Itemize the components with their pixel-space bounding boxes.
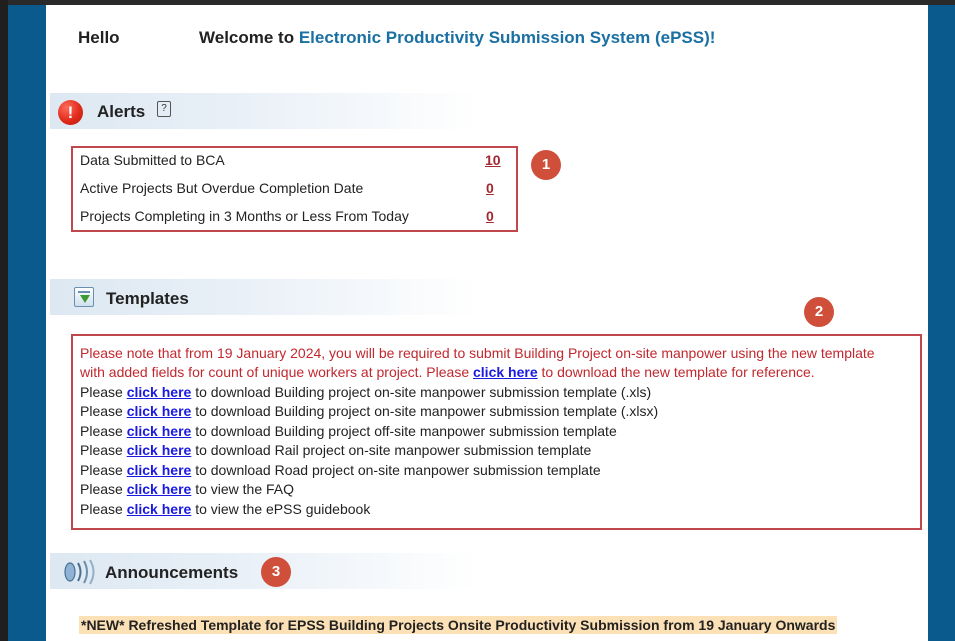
alert-count-overdue-projects[interactable]: 0 xyxy=(486,180,494,196)
please-text: Please xyxy=(80,501,127,517)
please-text: Please xyxy=(80,481,127,497)
right-side-panel xyxy=(928,5,955,641)
template-notice-prefix: with added fields for count of unique wo… xyxy=(80,364,473,380)
template-item-text: to download Rail project on-site manpowe… xyxy=(191,442,592,458)
please-text: Please xyxy=(80,423,127,439)
please-text: Please xyxy=(80,462,127,478)
left-side-panel xyxy=(8,5,46,641)
template-item-text: to download Road project on-site manpowe… xyxy=(191,462,601,478)
announcements-title: Announcements xyxy=(105,563,239,582)
window-left-edge xyxy=(0,0,8,641)
view-guidebook-link[interactable]: click here xyxy=(127,501,192,517)
download-road-link[interactable]: click here xyxy=(127,462,192,478)
download-building-offsite-link[interactable]: click here xyxy=(127,423,192,439)
alert-count-completing-soon[interactable]: 0 xyxy=(486,208,494,224)
announcement-headline[interactable]: *NEW* Refreshed Template for EPSS Buildi… xyxy=(79,616,838,634)
template-item-rail: Please click here to download Rail proje… xyxy=(80,442,591,458)
help-icon[interactable]: ? xyxy=(157,101,171,117)
please-text: Please xyxy=(80,442,127,458)
download-rail-link[interactable]: click here xyxy=(127,442,192,458)
template-item-guidebook: Please click here to view the ePSS guide… xyxy=(80,501,370,517)
alert-label-completing-soon: Projects Completing in 3 Months or Less … xyxy=(80,208,409,224)
alert-label-data-submitted: Data Submitted to BCA xyxy=(80,152,225,168)
callout-badge-3: 3 xyxy=(261,557,291,587)
template-item-faq: Please click here to view the FAQ xyxy=(80,481,294,497)
template-item-text: to view the FAQ xyxy=(191,481,295,497)
alert-label-overdue-projects: Active Projects But Overdue Completion D… xyxy=(80,180,364,196)
template-item-text: to download Building project on-site man… xyxy=(191,384,652,400)
download-building-xlsx-link[interactable]: click here xyxy=(127,403,192,419)
template-notice-line-1: Please note that from 19 January 2024, y… xyxy=(80,345,875,361)
exclamation-icon: ! xyxy=(58,100,83,125)
template-item-text: to view the ePSS guidebook xyxy=(191,501,371,517)
system-name: Electronic Productivity Submission Syste… xyxy=(298,28,716,47)
speaker-icon xyxy=(64,559,95,585)
window-top-edge xyxy=(0,0,955,5)
please-text: Please xyxy=(80,384,127,400)
template-notice-line-2: with added fields for count of unique wo… xyxy=(80,364,815,380)
callout-badge-1: 1 xyxy=(531,150,561,180)
alerts-title: Alerts xyxy=(97,102,146,121)
template-item-building-offsite: Please click here to download Building p… xyxy=(80,423,617,439)
new-template-download-link[interactable]: click here xyxy=(473,364,538,380)
alert-count-data-submitted[interactable]: 10 xyxy=(485,152,501,168)
hello-text: Hello xyxy=(78,28,120,47)
template-item-building-xlsx: Please click here to download Building p… xyxy=(80,403,658,419)
template-item-text: to download Building project on-site man… xyxy=(191,403,659,419)
template-item-building-xls: Please click here to download Building p… xyxy=(80,384,651,400)
view-faq-link[interactable]: click here xyxy=(127,481,192,497)
templates-title: Templates xyxy=(106,289,189,308)
download-template-icon xyxy=(74,287,94,307)
welcome-prefix: Welcome to xyxy=(199,28,299,47)
download-building-xls-link[interactable]: click here xyxy=(127,384,192,400)
template-notice-suffix: to download the new template for referen… xyxy=(537,364,815,380)
welcome-heading: Welcome to Electronic Productivity Submi… xyxy=(199,28,715,48)
please-text: Please xyxy=(80,403,127,419)
template-item-road: Please click here to download Road proje… xyxy=(80,462,601,478)
template-item-text: to download Building project off-site ma… xyxy=(191,423,617,439)
callout-badge-2: 2 xyxy=(804,297,834,327)
